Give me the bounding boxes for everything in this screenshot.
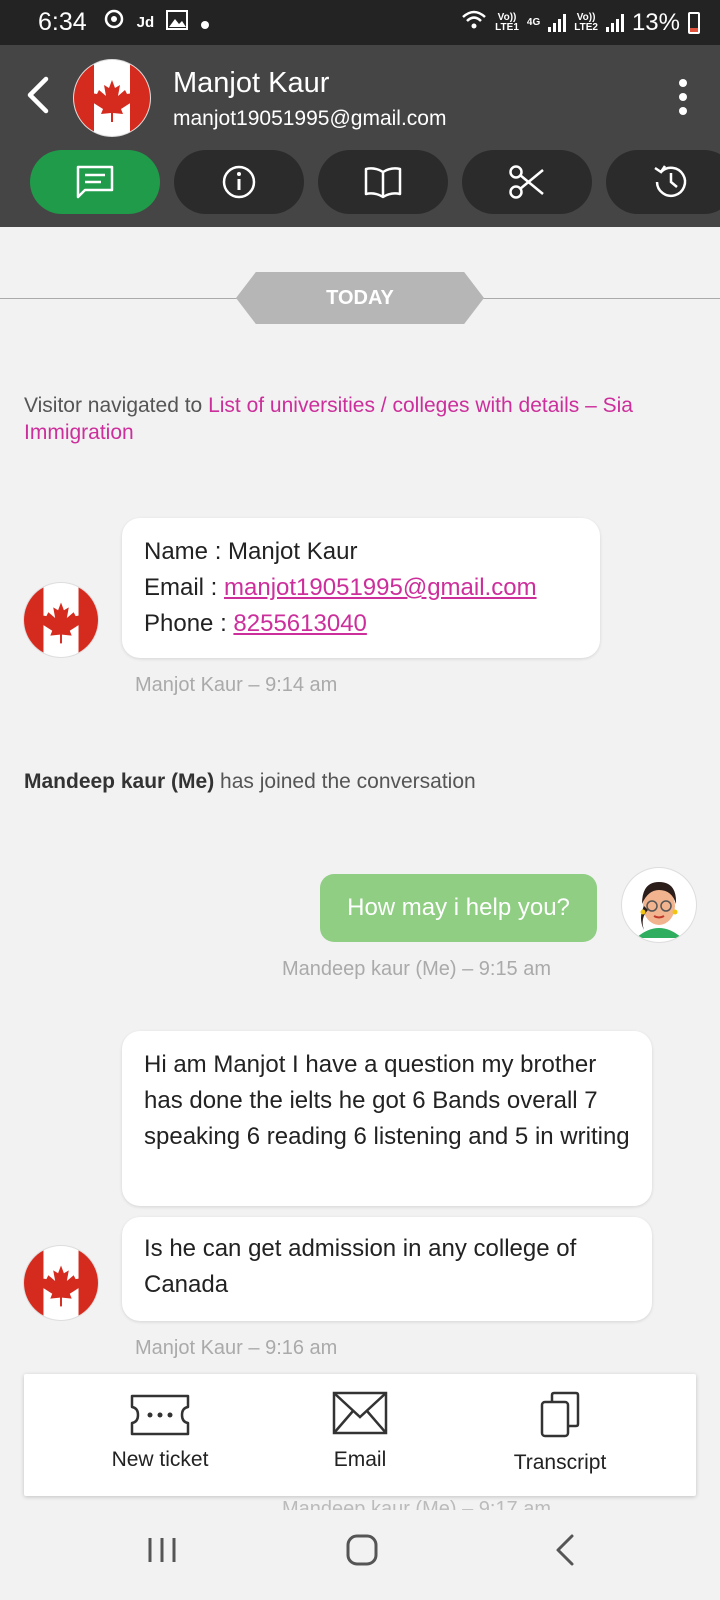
- tab-chat[interactable]: [30, 150, 160, 214]
- more-options-button[interactable]: [676, 79, 690, 115]
- net2-label: Vo)) LTE2: [574, 11, 598, 33]
- transcript-button[interactable]: Transcript: [460, 1374, 660, 1496]
- message-meta: Manjot Kaur – 9:16 am: [135, 1337, 338, 1359]
- recent-apps-button[interactable]: [140, 1528, 184, 1572]
- visitor-avatar[interactable]: [74, 60, 150, 136]
- app-badge: Jd: [136, 14, 155, 31]
- card-email-link[interactable]: manjot19051995@gmail.com: [224, 574, 537, 601]
- email-icon: [332, 1391, 388, 1435]
- agent-message-bubble: How may i help you?: [320, 874, 597, 942]
- join-text: has joined the conversation: [214, 770, 476, 793]
- tab-canned[interactable]: [462, 150, 592, 214]
- visitor-navigation-event: Visitor navigated to List of universitie…: [24, 392, 704, 446]
- card-name-row: Name : Manjot Kaur: [144, 538, 358, 565]
- visitor-message-bubble: Hi am Manjot I have a question my brothe…: [122, 1031, 652, 1206]
- message-meta-peek: Mandeep kaur (Me) – 9:17 am: [282, 1498, 552, 1510]
- back-arrow-icon: [27, 76, 49, 114]
- tab-knowledge[interactable]: [318, 150, 448, 214]
- signal1-icon: [548, 13, 567, 32]
- chat-icon: [76, 165, 114, 199]
- tab-info[interactable]: [174, 150, 304, 214]
- card-phone-row: Phone : 8255613040: [144, 610, 367, 637]
- tab-history[interactable]: [606, 150, 720, 214]
- email-label: Email: [333, 1448, 387, 1471]
- today-label: TODAY: [236, 272, 484, 324]
- join-who: Mandeep kaur (Me): [24, 770, 215, 793]
- card-name: Manjot Kaur: [228, 538, 358, 565]
- date-divider: TODAY: [0, 272, 720, 324]
- visitor-message-text: Hi am Manjot I have a question my brothe…: [144, 1051, 630, 1150]
- visitor-message-bubble: Is he can get admission in any college o…: [122, 1217, 652, 1321]
- new-ticket-button[interactable]: New ticket: [60, 1374, 260, 1496]
- back-button[interactable]: [20, 69, 56, 121]
- wifi-icon: [461, 9, 487, 37]
- more-dot: [679, 93, 687, 101]
- conversation-header: Manjot Kaur manjot19051995@gmail.com: [0, 45, 720, 227]
- card-phone-link[interactable]: 8255613040: [233, 610, 366, 637]
- canada-flag-icon: [74, 60, 150, 136]
- copy-icon: [540, 1391, 580, 1438]
- scissors-icon: [509, 165, 544, 199]
- info-icon: [222, 165, 256, 199]
- notification-dot-icon: [200, 9, 210, 37]
- recent-apps-icon: [148, 1538, 176, 1562]
- visitor-message-avatar: [24, 1246, 98, 1320]
- net1-label: Vo)) LTE1: [495, 11, 519, 33]
- message-meta: Manjot Kaur – 9:14 am: [135, 674, 338, 696]
- visitor-message-text: Is he can get admission in any college o…: [144, 1235, 577, 1298]
- net-type: 4G: [526, 16, 541, 28]
- contact-email: manjot19051995@gmail.com: [173, 107, 447, 130]
- battery-icon: [688, 11, 700, 34]
- status-time: 6:34: [38, 8, 87, 36]
- history-icon: [654, 165, 687, 198]
- action-bar: New ticket Email Transcript: [24, 1374, 696, 1496]
- book-icon: [364, 167, 402, 199]
- status-bar: 6:34 Jd Vo)) LTE1 4G Vo)) LTE2 13%: [0, 0, 720, 45]
- card-email-row: Email : manjot19051995@gmail.com: [144, 574, 537, 601]
- sync-icon: [103, 8, 125, 37]
- home-button[interactable]: [340, 1528, 384, 1572]
- email-button[interactable]: Email: [260, 1374, 460, 1496]
- agent-message-text: How may i help you?: [347, 894, 570, 921]
- agent-avatar: [622, 868, 696, 942]
- signal2-icon: [605, 13, 624, 32]
- gallery-icon: [166, 9, 189, 37]
- canada-flag-icon: [24, 583, 98, 657]
- system-back-button[interactable]: [544, 1528, 588, 1572]
- message-meta: Mandeep kaur (Me) – 9:15 am: [282, 958, 552, 980]
- system-nav-bar: [0, 1510, 720, 1600]
- home-icon: [346, 1534, 378, 1566]
- visitor-message-avatar: [24, 583, 98, 657]
- transcript-label: Transcript: [513, 1451, 607, 1474]
- more-dot: [679, 79, 687, 87]
- ticket-icon: [130, 1394, 190, 1436]
- more-dot: [679, 107, 687, 115]
- contact-name: Manjot Kaur: [173, 67, 330, 99]
- contact-card-bubble: Name : Manjot Kaur Email : manjot1905199…: [122, 518, 600, 658]
- agent-avatar-icon: [636, 882, 682, 938]
- join-event: Mandeep kaur (Me) has joined the convers…: [24, 770, 476, 794]
- new-ticket-label: New ticket: [111, 1448, 209, 1471]
- back-chevron-icon: [556, 1534, 574, 1566]
- nav-prefix: Visitor navigated to: [24, 394, 209, 417]
- battery-text: 13%: [631, 8, 680, 36]
- canada-flag-icon: [24, 1246, 98, 1320]
